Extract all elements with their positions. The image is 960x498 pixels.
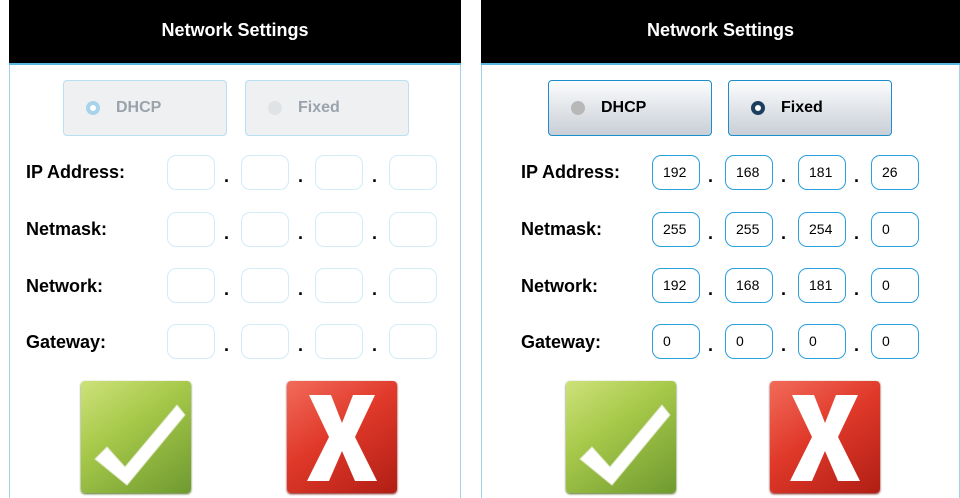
radio-selected-icon [751,101,765,115]
radio-unselected-icon [571,101,585,115]
dhcp-toggle-button[interactable]: DHCP [548,80,712,136]
network-octet-4-input[interactable] [389,268,437,303]
network-settings-panel-fixed: Network Settings DHCP Fixed IP Address: … [481,0,960,498]
network-octet-3-input[interactable] [315,268,363,303]
netmask-octet-2-input[interactable] [241,212,289,247]
netmask-octet-2-input[interactable]: 255 [725,212,773,247]
octet-separator: . [854,166,860,186]
octet-separator: . [298,166,304,186]
network-label: Network: [26,276,104,296]
octet-separator: . [298,279,304,299]
gateway-octet-2-input[interactable]: 0 [725,324,773,359]
octet-separator: . [781,279,787,299]
ip-octet-2-input[interactable] [241,155,289,190]
octet-separator: . [708,279,714,299]
netmask-octet-3-input[interactable] [315,212,363,247]
network-octet-2-input[interactable]: 168 [725,268,773,303]
network-octet-2-input[interactable] [241,268,289,303]
ip-octet-4-input[interactable] [389,155,437,190]
octet-separator: . [854,279,860,299]
netmask-octet-4-input[interactable]: 0 [871,212,919,247]
netmask-octet-1-input[interactable]: 255 [652,212,700,247]
netmask-label: Netmask: [521,219,603,239]
octet-separator: . [372,335,378,355]
ip-octet-4-input[interactable]: 26 [871,155,919,190]
network-label: Network: [521,276,599,296]
ip-octet-1-input[interactable]: 192 [652,155,700,190]
netmask-octet-4-input[interactable] [389,212,437,247]
octet-separator: . [372,166,378,186]
octet-separator: . [781,166,787,186]
dhcp-toggle-button[interactable]: DHCP [63,80,227,136]
octet-separator: . [224,166,230,186]
ip-octet-3-input[interactable]: 181 [798,155,846,190]
ip-octet-3-input[interactable] [315,155,363,190]
gateway-label: Gateway: [26,332,107,352]
cancel-button[interactable] [287,381,397,493]
fixed-toggle-button[interactable]: Fixed [728,80,892,136]
netmask-octet-1-input[interactable] [167,212,215,247]
gateway-octet-4-input[interactable] [389,324,437,359]
ip-address-label: IP Address: [521,162,621,182]
octet-separator: . [298,223,304,243]
octet-separator: . [224,223,230,243]
octet-separator: . [298,335,304,355]
fixed-label: Fixed [781,99,823,116]
fixed-toggle-button[interactable]: Fixed [245,80,409,136]
panel-title: Network Settings [481,0,960,65]
octet-separator: . [372,279,378,299]
x-icon [790,395,860,481]
network-settings-panel-dhcp: Network Settings DHCP Fixed IP Address: … [9,0,461,498]
gateway-octet-2-input[interactable] [241,324,289,359]
network-octet-1-input[interactable]: 192 [652,268,700,303]
octet-separator: . [372,223,378,243]
octet-separator: . [708,166,714,186]
checkmark-icon [579,404,671,486]
ip-octet-2-input[interactable]: 168 [725,155,773,190]
octet-separator: . [708,223,714,243]
ip-address-label: IP Address: [26,162,126,182]
network-octet-3-input[interactable]: 181 [798,268,846,303]
network-octet-1-input[interactable] [167,268,215,303]
octet-separator: . [854,335,860,355]
checkmark-icon [94,404,186,486]
x-icon [307,395,377,481]
network-octet-4-input[interactable]: 0 [871,268,919,303]
octet-separator: . [781,335,787,355]
dhcp-label: DHCP [601,99,647,116]
radio-selected-icon [86,101,100,115]
gateway-label: Gateway: [521,332,602,352]
gateway-octet-1-input[interactable]: 0 [652,324,700,359]
gateway-octet-3-input[interactable] [315,324,363,359]
fixed-label: Fixed [298,99,340,116]
octet-separator: . [224,335,230,355]
gateway-octet-4-input[interactable]: 0 [871,324,919,359]
octet-separator: . [708,335,714,355]
cancel-button[interactable] [770,381,880,493]
netmask-label: Netmask: [26,219,108,239]
octet-separator: . [854,223,860,243]
radio-unselected-icon [268,101,282,115]
panel-title: Network Settings [9,0,461,65]
confirm-button[interactable] [81,381,191,493]
octet-separator: . [781,223,787,243]
gateway-octet-3-input[interactable]: 0 [798,324,846,359]
confirm-button[interactable] [566,381,676,493]
gateway-octet-1-input[interactable] [167,324,215,359]
octet-separator: . [224,279,230,299]
netmask-octet-3-input[interactable]: 254 [798,212,846,247]
ip-octet-1-input[interactable] [167,155,215,190]
dhcp-label: DHCP [116,99,162,116]
